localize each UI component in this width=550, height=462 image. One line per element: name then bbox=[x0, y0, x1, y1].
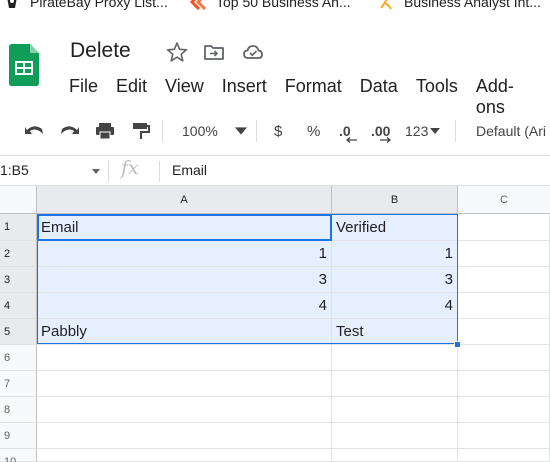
cell-c2[interactable] bbox=[458, 241, 550, 267]
zoom-value: 100% bbox=[182, 123, 218, 139]
cell-c7[interactable] bbox=[458, 371, 550, 397]
increase-decimal-button[interactable]: .00 bbox=[371, 112, 390, 150]
toolbar-divider bbox=[256, 120, 257, 142]
cell-a2[interactable]: 1 bbox=[37, 241, 332, 267]
fill-handle[interactable] bbox=[454, 341, 461, 348]
cell-b6[interactable] bbox=[332, 345, 458, 371]
row-header[interactable]: 3 bbox=[0, 267, 37, 293]
cell-a8[interactable] bbox=[37, 397, 332, 423]
cell-c3[interactable] bbox=[458, 267, 550, 293]
chevron-down-icon bbox=[430, 128, 441, 134]
column-header-c[interactable]: C bbox=[458, 186, 550, 214]
cell-c5[interactable] bbox=[458, 319, 550, 345]
redo-icon[interactable] bbox=[58, 112, 82, 150]
undo-icon[interactable] bbox=[22, 112, 46, 150]
row-header[interactable]: 1 bbox=[0, 214, 37, 241]
move-to-folder-icon[interactable] bbox=[203, 41, 225, 63]
cell-a9[interactable] bbox=[37, 423, 332, 449]
row-header[interactable]: 4 bbox=[0, 293, 37, 319]
chevron-down-icon bbox=[234, 127, 247, 135]
formula-input[interactable]: Email bbox=[172, 162, 207, 178]
row-header[interactable]: 6 bbox=[0, 345, 37, 371]
row-header[interactable]: 10 bbox=[0, 449, 37, 462]
spreadsheet-grid: A B C 1 Email Verified 2 1 1 3 3 3 4 4 4… bbox=[0, 186, 550, 462]
print-icon[interactable] bbox=[93, 112, 117, 150]
decrease-decimal-button[interactable]: .0 bbox=[339, 112, 351, 150]
cell-a10[interactable] bbox=[37, 449, 332, 462]
bookmark-label: Business Analyst Int... bbox=[404, 0, 541, 10]
more-formats-label: 123 bbox=[405, 123, 429, 139]
bookmark-business-analyst-int[interactable]: Business Analyst Int... bbox=[378, 0, 541, 10]
cloud-saved-icon[interactable] bbox=[242, 41, 264, 63]
cell-c9[interactable] bbox=[458, 423, 550, 449]
row-header[interactable]: 7 bbox=[0, 371, 37, 397]
cell-c10[interactable] bbox=[458, 449, 550, 462]
cell-a1[interactable]: Email bbox=[37, 214, 332, 241]
cell-b5[interactable]: Test bbox=[332, 319, 458, 345]
row-header[interactable]: 9 bbox=[0, 423, 37, 449]
formula-bar: 1:B5 fx Email bbox=[0, 155, 550, 186]
chevron-logo-icon bbox=[190, 0, 206, 10]
formula-bar-divider bbox=[108, 161, 109, 182]
arrow-left-icon bbox=[346, 137, 357, 143]
select-all-corner[interactable] bbox=[0, 186, 37, 214]
cell-a4[interactable]: 4 bbox=[37, 293, 332, 319]
bookmarks-bar: PirateBay Proxy List... Top 50 Business … bbox=[0, 0, 550, 18]
row-header[interactable]: 8 bbox=[0, 397, 37, 423]
name-box[interactable]: 1:B5 bbox=[0, 162, 29, 178]
document-title[interactable]: Delete bbox=[70, 39, 131, 63]
font-family-select[interactable]: Default (Ari bbox=[476, 112, 546, 150]
cell-a5[interactable]: Pabbly bbox=[37, 319, 332, 345]
bookmark-label: Top 50 Business An... bbox=[216, 0, 351, 10]
pirate-icon bbox=[7, 0, 17, 8]
cell-b3[interactable]: 3 bbox=[332, 267, 458, 293]
arrow-right-icon bbox=[380, 137, 391, 143]
bookmark-business-analyst-top50[interactable]: Top 50 Business An... bbox=[190, 0, 351, 10]
cell-b1[interactable]: Verified bbox=[332, 214, 458, 241]
bookmark-piratebay[interactable]: PirateBay Proxy List... bbox=[4, 0, 168, 10]
bookmark-label: PirateBay Proxy List... bbox=[30, 0, 168, 10]
cell-a3[interactable]: 3 bbox=[37, 267, 332, 293]
paint-format-icon[interactable] bbox=[129, 112, 153, 150]
cell-c1[interactable] bbox=[458, 214, 550, 241]
toolbar-divider bbox=[162, 120, 163, 142]
more-formats-select[interactable]: 123 bbox=[405, 112, 441, 150]
runner-icon bbox=[380, 0, 392, 10]
zoom-select[interactable]: 100% bbox=[182, 112, 247, 150]
toolbar-divider bbox=[455, 120, 456, 142]
cell-c4[interactable] bbox=[458, 293, 550, 319]
cell-b8[interactable] bbox=[332, 397, 458, 423]
cell-a6[interactable] bbox=[37, 345, 332, 371]
cell-b10[interactable] bbox=[332, 449, 458, 462]
sheets-logo-icon[interactable] bbox=[9, 44, 39, 86]
cell-b9[interactable] bbox=[332, 423, 458, 449]
star-icon[interactable] bbox=[166, 41, 188, 63]
cell-c8[interactable] bbox=[458, 397, 550, 423]
formula-bar-divider bbox=[159, 161, 160, 182]
row-header[interactable]: 2 bbox=[0, 241, 37, 267]
cell-b4[interactable]: 4 bbox=[332, 293, 458, 319]
cell-b7[interactable] bbox=[332, 371, 458, 397]
format-currency-button[interactable]: $ bbox=[274, 112, 282, 150]
column-header-b[interactable]: B bbox=[332, 186, 458, 214]
format-percent-button[interactable]: % bbox=[307, 112, 320, 150]
cell-a7[interactable] bbox=[37, 371, 332, 397]
fx-icon: fx bbox=[121, 157, 139, 179]
cell-b2[interactable]: 1 bbox=[332, 241, 458, 267]
row-header[interactable]: 5 bbox=[0, 319, 37, 345]
column-header-a[interactable]: A bbox=[37, 186, 332, 214]
toolbar: 100% $ % .0 .00 123 Default (Ari bbox=[0, 112, 550, 150]
chevron-down-icon[interactable] bbox=[92, 169, 100, 174]
cell-c6[interactable] bbox=[458, 345, 550, 371]
